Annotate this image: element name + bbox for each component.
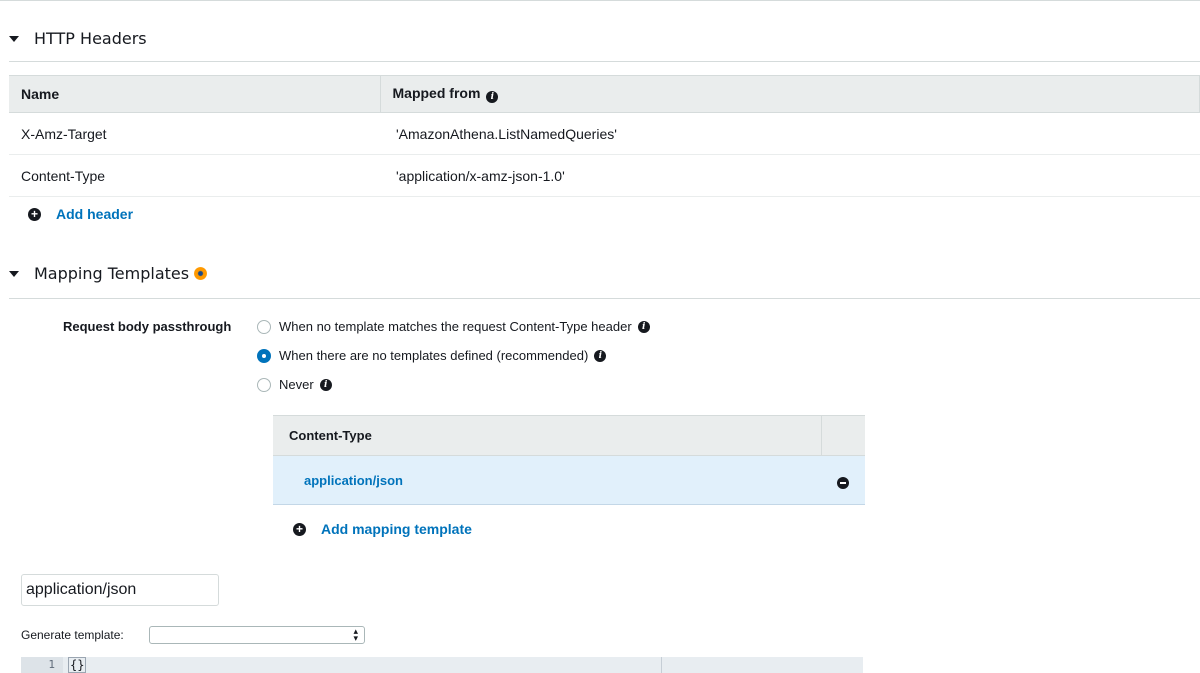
- code-text: {}: [68, 657, 87, 673]
- content-type-input[interactable]: [21, 574, 219, 606]
- info-icon[interactable]: i: [486, 91, 499, 103]
- passthrough-option-never[interactable]: Never i: [257, 377, 332, 392]
- table-row[interactable]: Content-Type 'application/x-amz-json-1.0…: [9, 154, 1200, 197]
- column-header-content-type: Content-Type: [273, 415, 822, 456]
- remove-cell: [821, 455, 865, 505]
- passthrough-option-no-match[interactable]: When no template matches the request Con…: [257, 319, 650, 334]
- info-icon[interactable]: i: [319, 378, 332, 391]
- add-header-label: Add header: [56, 206, 134, 222]
- http-headers-title: HTTP Headers: [34, 29, 147, 48]
- passthrough-option-no-templates[interactable]: When there are no templates defined (rec…: [257, 348, 607, 363]
- column-header-name: Name: [9, 75, 381, 113]
- section-divider: [9, 61, 1200, 62]
- editor-pane-divider: [661, 657, 662, 673]
- table-row[interactable]: X-Amz-Target 'AmazonAthena.ListNamedQuer…: [9, 112, 1200, 155]
- template-editor[interactable]: 1 {}: [21, 657, 863, 673]
- header-mapped-cell[interactable]: 'application/x-amz-json-1.0': [380, 154, 1200, 197]
- section-divider: [9, 298, 1200, 299]
- table-header-row: Name Mapped from i: [9, 75, 1200, 113]
- header-name-cell[interactable]: X-Amz-Target: [9, 112, 380, 155]
- code-line[interactable]: {}: [68, 657, 87, 673]
- http-headers-toggle[interactable]: HTTP Headers: [9, 29, 147, 48]
- info-icon[interactable]: i: [637, 320, 650, 333]
- add-header-button[interactable]: + Add header: [28, 206, 133, 222]
- line-number: 1: [21, 657, 63, 673]
- http-headers-table: Name Mapped from i X-Amz-Target 'AmazonAt…: [9, 75, 1200, 197]
- generate-template-label: Generate template:: [21, 628, 124, 642]
- top-divider: [0, 0, 1200, 1]
- select-arrows-icon: ▴ ▾: [353, 626, 358, 643]
- add-mapping-template-button[interactable]: + Add mapping template: [293, 521, 472, 537]
- status-dot-icon: [194, 267, 208, 280]
- passthrough-label: Request body passthrough: [63, 319, 232, 334]
- mapping-templates-toggle[interactable]: Mapping Templates: [9, 264, 208, 283]
- radio-label: Never: [279, 377, 314, 392]
- radio-label: When there are no templates defined (rec…: [279, 348, 589, 363]
- radio-button[interactable]: [257, 377, 271, 392]
- info-icon[interactable]: i: [594, 349, 607, 362]
- mapping-templates-title: Mapping Templates: [34, 264, 190, 283]
- content-type-table: Content-Type application/json: [273, 415, 865, 505]
- radio-label: When no template matches the request Con…: [279, 319, 632, 334]
- minus-circle-icon[interactable]: [837, 476, 849, 489]
- content-type-link[interactable]: application/json: [273, 455, 821, 505]
- plus-circle-icon: +: [28, 207, 41, 221]
- header-name-cell[interactable]: Content-Type: [9, 154, 380, 197]
- table-row[interactable]: application/json: [273, 455, 865, 505]
- column-header-mapped-from-label: Mapped from: [392, 85, 481, 101]
- column-header-actions: [821, 415, 865, 456]
- header-mapped-cell[interactable]: 'AmazonAthena.ListNamedQueries': [380, 112, 1200, 155]
- generate-template-select[interactable]: ▴ ▾: [149, 626, 365, 644]
- add-mapping-template-label: Add mapping template: [321, 521, 472, 537]
- caret-down-icon: [9, 270, 19, 277]
- radio-button[interactable]: [257, 319, 271, 334]
- table-header-row: Content-Type: [273, 415, 865, 456]
- radio-button-selected[interactable]: [257, 348, 271, 363]
- column-header-mapped-from: Mapped from i: [380, 75, 1200, 113]
- plus-circle-icon: +: [293, 522, 306, 536]
- caret-down-icon: [9, 35, 19, 42]
